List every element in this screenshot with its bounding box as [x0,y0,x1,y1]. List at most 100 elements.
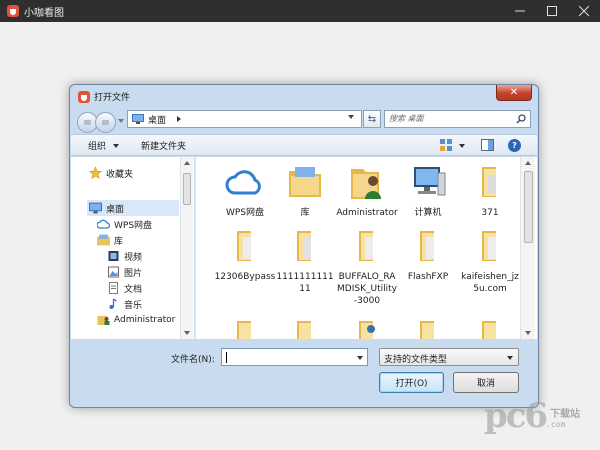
address-history-dropdown[interactable] [348,115,354,119]
file-item[interactable]: WPS网盘 [214,163,276,219]
file-type-select[interactable]: 支持的文件类型 [379,348,519,366]
watermark: pc6 下载站 .com [484,396,594,446]
cloud-icon [97,219,110,229]
maximize-icon [547,6,557,16]
desktop-icon [89,202,102,214]
nav-item-library[interactable]: 库 [97,232,123,248]
organize-dropdown-arrow-icon[interactable] [113,144,119,148]
file-item[interactable]: 12306Bypass [214,227,276,283]
cancel-button[interactable]: 取消 [453,372,519,393]
close-window-button[interactable] [568,0,600,22]
new-folder-button[interactable]: 新建文件夹 [141,139,186,152]
minimize-button[interactable] [504,0,536,22]
nav-item-wps-cloud[interactable]: WPS网盘 [97,216,152,232]
file-name: 12306Bypass [214,272,276,282]
file-item[interactable] [397,317,459,339]
star-icon [89,167,102,179]
filename-input[interactable] [221,348,368,366]
chevron-down-icon [507,356,513,360]
file-pane-scrollbar[interactable] [520,157,535,339]
nav-item-label: 收藏夹 [106,169,134,180]
app-titlebar: 小咖看图 [0,0,600,22]
file-item[interactable] [214,317,276,339]
nav-item-documents[interactable]: 文档 [107,280,142,296]
search-box[interactable]: 搜索 桌面 [384,110,531,128]
breadcrumb-arrow-icon[interactable] [177,116,181,122]
organize-menu[interactable]: 组织 [88,139,106,152]
address-bar[interactable]: 桌面 [127,110,362,128]
navigation-pane: 收藏夹 桌面 WPS网盘 库 视频 图片 文档 音乐 Administrator [71,157,194,339]
scroll-up-icon[interactable] [525,161,531,165]
nav-item-administrator[interactable]: Administrator [97,312,175,328]
user-folder-icon [97,316,110,325]
scroll-down-icon[interactable] [184,331,190,335]
file-item[interactable] [336,317,398,339]
scroll-up-icon[interactable] [184,161,190,165]
scroll-thumb[interactable] [183,173,191,205]
chevron-down-icon[interactable] [357,356,363,360]
nav-item-label: 视频 [124,252,143,263]
maximize-button[interactable] [536,0,568,22]
folder-icon [237,321,251,339]
file-name: 111111111111 [276,272,334,294]
folder-icon [297,321,311,339]
open-file-dialog: 打开文件 ✕ 桌面 ⇆ 搜索 桌面 组织 新建文件夹 ? 收藏夹 桌面 WPS网… [69,84,539,408]
file-item[interactable]: FlashFXP [397,227,459,283]
search-placeholder: 搜索 桌面 [389,114,424,123]
file-name: 库 [300,208,310,218]
file-item[interactable]: 库 [274,163,336,219]
nav-item-favorites[interactable]: 收藏夹 [89,165,177,181]
nav-item-videos[interactable]: 视频 [107,248,142,264]
nav-item-pictures[interactable]: 图片 [107,264,142,280]
dialog-close-button[interactable]: ✕ [496,85,532,101]
scroll-down-icon[interactable] [525,331,531,335]
watermark-site: 下载站 [550,409,580,420]
open-button[interactable]: 打开(O) [379,372,444,393]
music-icon [109,298,117,309]
file-name: kaifeishen_jz5u.com [461,272,519,294]
document-icon [109,282,118,294]
nav-item-label: WPS网盘 [114,220,153,231]
file-item[interactable]: 计算机 [397,163,459,219]
change-view-icon[interactable] [440,139,453,151]
refresh-icon: ⇆ [367,113,377,125]
refresh-button[interactable]: ⇆ [363,110,381,128]
file-name: WPS网盘 [225,208,265,218]
nav-item-label: 图片 [124,268,143,279]
help-icon[interactable]: ? [508,139,521,152]
file-item[interactable]: kaifeishen_jz5u.com [459,227,521,295]
view-options-dropdown-icon[interactable] [459,144,465,148]
preview-pane-icon[interactable] [481,139,494,151]
app-title: 小咖看图 [24,8,64,19]
close-icon [579,6,589,16]
nav-item-desktop[interactable]: 桌面 [87,200,179,216]
nav-item-music[interactable]: 音乐 [107,296,142,312]
recent-locations-dropdown[interactable] [118,119,124,123]
file-name: BUFFALO_RAMDISK_Utility-3000 [337,272,397,306]
desktop-icon [132,114,144,124]
filename-label: 文件名(N): [171,355,215,365]
forward-button[interactable] [95,112,116,133]
file-item[interactable] [459,317,521,339]
file-item[interactable]: 371 [459,163,521,219]
file-type-selected: 支持的文件类型 [384,355,448,365]
file-name: Administrator [336,208,398,218]
library-icon [97,234,110,246]
folder-icon [237,231,251,261]
nav-pane-scrollbar[interactable] [180,157,193,339]
file-item[interactable] [274,317,336,339]
folder-icon [482,231,496,261]
folder-icon [420,231,434,261]
dialog-title: 打开文件 [94,93,131,103]
folder-icon [482,321,496,339]
folder-icon [297,231,311,261]
file-item[interactable]: BUFFALO_RAMDISK_Utility-3000 [336,227,398,307]
address-location: 桌面 [148,116,167,126]
file-name: 计算机 [414,208,442,218]
search-icon [516,114,526,124]
nav-item-label: 文档 [124,284,143,295]
scroll-thumb[interactable] [524,171,533,243]
file-item[interactable]: Administrator [336,163,398,219]
minimize-icon [515,10,525,12]
file-item[interactable]: 111111111111 [274,227,336,295]
